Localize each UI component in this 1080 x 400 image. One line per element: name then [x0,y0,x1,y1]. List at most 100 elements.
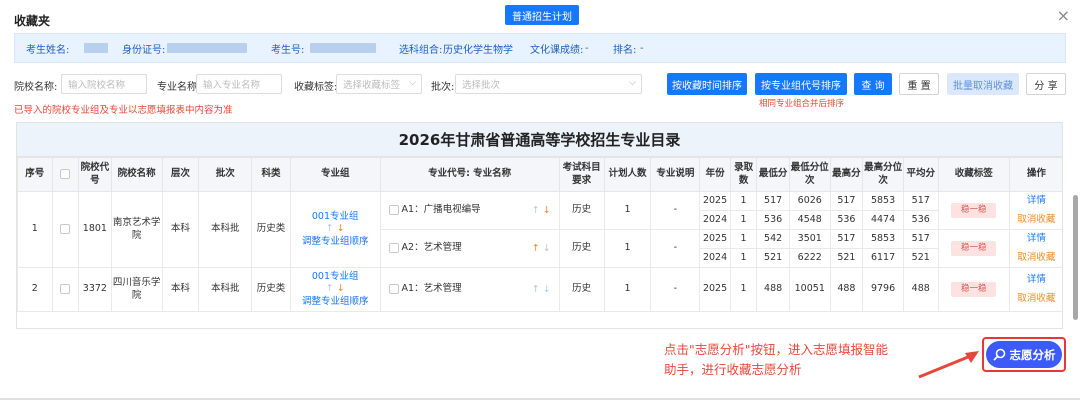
sort-by-time-button[interactable]: 按收藏时间排序 [667,73,747,95]
tag-label: 收藏标签: [294,82,338,93]
group-link[interactable]: 001专业组 [291,271,380,283]
row-select [51,267,80,312]
max-score: 488 [829,267,864,312]
id-label: 身份证号: [122,44,166,56]
close-icon[interactable]: × [1057,6,1070,25]
avg-score: 488 [902,267,939,312]
cancel-favorite-link[interactable]: 取消收藏 [1010,252,1062,264]
year: 2024 [699,210,731,230]
row-batch: 本科批 [198,267,253,312]
detail-link[interactable]: 详情 [1010,233,1062,245]
adjust-group-order-link[interactable]: 调整专业组顺序 [291,296,380,308]
header-major: 专业代号: 专业名称 [379,157,560,192]
min-score: 536 [756,210,790,230]
group-link[interactable]: 001专业组 [291,211,380,223]
row-school-name: 南京艺术学院 [110,191,163,268]
major-checkbox[interactable] [388,204,399,215]
major-requirement: 历史 [558,229,605,268]
row-category: 历史类 [251,267,291,312]
adjust-group-order-link[interactable]: 调整专业组顺序 [291,236,380,248]
row-group: 001专业组 ↑ ↓ 调整专业组顺序 [289,267,381,312]
max-score: 517 [829,191,864,211]
min-score: 521 [756,248,790,268]
max-rank: 5853 [862,229,904,249]
action-cell: 详情 取消收藏 [1008,267,1062,312]
min-rank: 4548 [788,210,831,230]
major-cell: A1：广播电视编导 ↑ ↓ [379,191,560,230]
school-input[interactable]: 输入院校名称 [61,74,147,94]
row-level: 本科 [161,191,200,268]
subjects-label: 选科组合: [399,44,443,56]
arrow-up-icon[interactable]: ↑ [532,204,540,215]
admit: 1 [729,267,758,312]
score-value: - [585,42,589,54]
major-plan: 1 [603,229,652,268]
arrow-down-icon[interactable]: ↓ [337,223,345,234]
detail-link[interactable]: 详情 [1010,195,1062,207]
annotation-line-2: 助手，进行收藏志愿分析 [664,362,802,377]
batch-select[interactable]: 选择批次 ⌵ [455,74,642,94]
rank-label: 排名: [613,44,637,56]
header-plan: 计划人数 [603,157,652,192]
arrow-up-icon[interactable]: ↑ [532,283,540,294]
arrow-up-icon[interactable]: ↑ [532,242,540,253]
query-button[interactable]: 查 询 [854,73,892,95]
row-checkbox[interactable] [60,223,71,234]
arrow-up-icon[interactable]: ↑ [326,223,334,234]
analysis-button-label: 志愿分析 [1009,347,1056,362]
table-row: 1 1801 南京艺术学院 本科 本科批 历史类 001专业组 ↑ ↓ 调整专业… [17,191,1062,268]
import-notice: 已导入的院校专业组及专业以志愿填报表中内容为准 [14,105,233,116]
major-input[interactable]: 输入专业名称 [196,74,282,94]
header-avg: 平均分 [902,157,939,192]
tag-select[interactable]: 选择收藏标签 ⌵ [336,74,422,94]
subjects-value: 历史化学生物学 [443,44,513,56]
avg-score: 536 [902,210,939,230]
year: 2025 [699,267,731,312]
reset-button[interactable]: 重 置 [899,73,939,95]
avg-score: 521 [902,248,939,268]
magnifier-icon [992,348,1005,361]
name-mask [84,43,108,53]
favorite-tag[interactable]: 稳一稳 [950,202,997,219]
exam-no-label: 考生号: [271,44,305,56]
header-year: 年份 [699,157,731,192]
row-select [51,191,80,268]
row-batch: 本科批 [198,191,253,268]
major-checkbox[interactable] [388,242,399,253]
name-label: 考生姓名: [26,44,70,56]
favorite-tag[interactable]: 稳一稳 [950,281,997,298]
analysis-button[interactable]: 志愿分析 [986,341,1062,368]
cancel-favorite-link[interactable]: 取消收藏 [1010,293,1062,305]
max-rank: 9796 [862,267,904,312]
vertical-scrollbar[interactable] [1073,195,1078,320]
table-title: 2026年甘肃省普通高等学校招生专业目录 [17,123,1062,157]
admit: 1 [729,229,758,249]
cancel-favorite-link[interactable]: 取消收藏 [1010,214,1062,226]
favorite-tag[interactable]: 稳一稳 [950,240,997,257]
major-name: A1：艺术管理 [401,283,462,295]
favorites-page: 收藏夹 普通招生计划 × 考生姓名: 身份证号: 考生号: 选科组合: 历史化学… [0,0,1080,400]
header-school-name: 院校名称 [110,157,163,192]
arrow-down-icon[interactable]: ↓ [543,283,551,294]
min-rank: 6026 [788,191,831,211]
catalog-table: 2026年甘肃省普通高等学校招生专业目录 序号 院校代号 院校名称 层次 批次 [16,122,1063,329]
arrow-down-icon[interactable]: ↓ [543,204,551,215]
row-checkbox[interactable] [60,283,71,294]
tab-normal-enrollment[interactable]: 普通招生计划 [505,5,579,25]
group-sort-hint: 相同专业组合并后排序 [759,99,845,109]
major-cell: A1：艺术管理 ↑ ↓ [379,267,560,312]
major-desc: - [650,229,701,268]
select-all-checkbox[interactable] [60,168,71,179]
major-checkbox[interactable] [388,283,399,294]
detail-link[interactable]: 详情 [1010,274,1062,286]
tag-cell: 稳一稳 [937,191,1010,230]
arrow-down-icon[interactable]: ↓ [543,242,551,253]
major-requirement: 历史 [558,267,605,312]
share-button[interactable]: 分 享 [1026,73,1066,95]
arrow-up-icon[interactable]: ↑ [326,283,334,294]
min-score: 488 [756,267,790,312]
annotation-text: 点击"志愿分析"按钮，进入志愿填报智能 助手，进行收藏志愿分析 [664,340,924,380]
sort-by-group-button[interactable]: 按专业组代号排序 [755,73,847,95]
arrow-down-icon[interactable]: ↓ [337,283,345,294]
batch-cancel-favorite-button[interactable]: 批量取消收藏 [947,73,1019,95]
